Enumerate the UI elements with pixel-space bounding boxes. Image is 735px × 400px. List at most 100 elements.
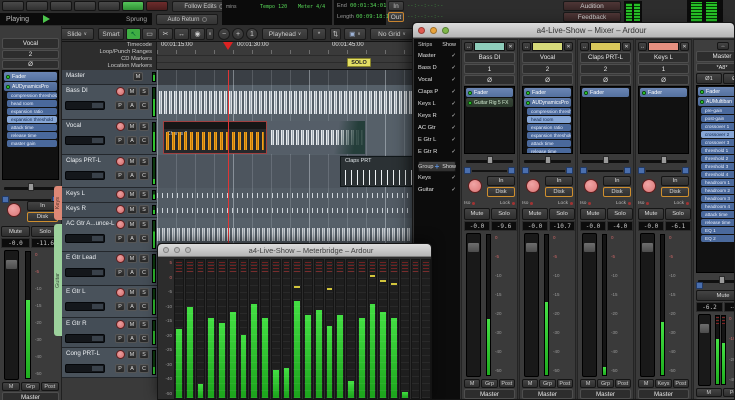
mute-button[interactable]: M — [127, 288, 137, 297]
strip-name-button[interactable]: Vocal — [2, 38, 59, 49]
monitor-input-button[interactable]: In — [545, 176, 573, 186]
mute-button[interactable]: Mute — [1, 226, 30, 237]
punch-out-button[interactable]: Out — [388, 12, 404, 22]
controls-button[interactable]: C — [139, 302, 149, 311]
solo-lock-toggle[interactable]: Lock — [616, 201, 631, 206]
gain-fader[interactable] — [4, 250, 19, 380]
record-enable-button[interactable] — [116, 320, 125, 329]
controls-button[interactable]: C — [139, 171, 149, 180]
plugin-parameter[interactable]: master gain — [7, 140, 57, 147]
plugin-parameter[interactable]: pre-gain — [701, 107, 735, 114]
playlist-button[interactable]: P — [115, 268, 125, 277]
controls-button[interactable]: C — [139, 234, 149, 243]
smart-mode-toggle[interactable]: Smart — [98, 28, 124, 40]
strip-name-button[interactable]: Claps PRT-L — [580, 52, 631, 63]
check-icon[interactable]: ✓ — [451, 187, 456, 193]
ruler-label-location-markers[interactable]: Location Markers — [62, 63, 156, 70]
solo-button[interactable]: S — [139, 254, 149, 263]
track-header-e-gtr-l[interactable]: E Gtr L M S P A C — [62, 286, 157, 318]
record-enable-button[interactable] — [116, 254, 125, 263]
solo-button[interactable]: S — [139, 122, 149, 131]
check-icon[interactable]: ✓ — [451, 125, 456, 131]
vocal-region-2[interactable] — [269, 121, 365, 154]
check-icon[interactable]: ✓ — [451, 53, 456, 59]
track-header-ac-gtr[interactable]: AC Gtr A...unce-L M S P A C — [62, 218, 157, 252]
fader-automation-slider[interactable] — [2, 183, 59, 193]
strip-width-button[interactable]: ↔ — [638, 42, 647, 51]
strip-width-button[interactable]: ↔ — [717, 42, 729, 50]
output-button[interactable]: Master — [522, 389, 573, 399]
phase-invert-2-button[interactable]: Ø2 — [723, 73, 735, 84]
gain-fader[interactable] — [466, 233, 481, 377]
output-button[interactable]: Master — [580, 389, 631, 399]
strip-close-button[interactable]: ✕ — [680, 42, 689, 51]
fader-processor[interactable]: Fader — [524, 88, 571, 97]
record-button[interactable] — [146, 1, 168, 11]
peak-display[interactable]: -9.6 — [491, 221, 517, 231]
strip-name-button[interactable]: Keys L — [638, 52, 689, 63]
mute-button[interactable]: Mute — [638, 208, 664, 220]
mute-button[interactable]: M — [133, 72, 143, 81]
solo-button[interactable]: Solo — [491, 208, 517, 220]
strip-footer-button[interactable]: M — [464, 379, 480, 388]
plugin-processor[interactable]: AUDynamicsPro — [524, 98, 571, 107]
playlist-button[interactable]: P — [115, 302, 125, 311]
strip-color-swatch[interactable] — [474, 42, 505, 51]
zoom-out-button[interactable]: − — [218, 28, 230, 40]
strip-input-button[interactable]: 2 — [522, 64, 573, 74]
pan-slider[interactable] — [580, 156, 631, 166]
pan-range[interactable] — [638, 167, 689, 175]
zoom-in-button[interactable]: + — [232, 28, 244, 40]
mute-button[interactable]: M — [127, 122, 137, 131]
plugin-parameter[interactable]: headroom 2 — [701, 187, 735, 194]
plugin-parameter[interactable]: headroom 3 — [701, 195, 735, 202]
strip-width-button[interactable]: ↔ — [580, 42, 589, 51]
track-header-cong[interactable]: Cong PRT-L M S P A C — [62, 348, 157, 378]
record-enable-button[interactable] — [116, 350, 125, 359]
edit-mode-dropdown[interactable]: Slide∨ — [60, 28, 94, 40]
fader-processor[interactable]: Fader — [4, 72, 57, 81]
track-gain-slider[interactable] — [65, 302, 105, 311]
processor-box[interactable]: Fader — [638, 86, 689, 154]
monitor-input-button[interactable]: In — [603, 176, 631, 186]
save-view-button[interactable]: ▣ ∨ — [344, 28, 366, 40]
track-header-keys-r[interactable]: Keys R M S — [62, 203, 157, 218]
mute-button[interactable]: Mute — [464, 208, 490, 220]
auto-return-toggle[interactable]: Auto Return — [156, 14, 218, 25]
strip-footer-button[interactable]: Grp — [481, 379, 497, 388]
track-header-vocal[interactable]: Vocal M S P A C — [62, 120, 157, 155]
fader-handle[interactable] — [700, 324, 709, 333]
fader-handle[interactable] — [468, 243, 479, 252]
strip-footer-button[interactable]: Post — [557, 379, 573, 388]
slider-handle[interactable] — [661, 156, 667, 164]
strip-footer-button[interactable]: Post — [499, 379, 515, 388]
controls-button[interactable]: C — [139, 136, 149, 145]
mute-button[interactable]: Mute — [580, 208, 606, 220]
solo-lock-toggle[interactable]: Lock — [558, 201, 573, 206]
output-button[interactable]: Master — [638, 389, 689, 399]
gain-fader[interactable] — [640, 233, 655, 377]
vocal-region-selected[interactable]: Chorus 2 — [163, 121, 267, 154]
play-button[interactable] — [122, 1, 144, 11]
gain-display[interactable]: -0.0 — [638, 221, 664, 231]
strip-input-button[interactable]: 1 — [638, 64, 689, 74]
gain-display[interactable]: -0.0 — [1, 238, 30, 248]
track-header-e-gtr-lead[interactable]: E Gtr Lead M S P A C — [62, 252, 157, 286]
solo-button[interactable]: S — [139, 350, 149, 359]
tempo-display[interactable]: Tempo 120 — [260, 4, 287, 10]
plugin-parameter[interactable]: attack time — [7, 124, 57, 131]
plugin-parameter[interactable]: crossover 2 — [701, 131, 735, 138]
solo-button[interactable]: S — [139, 87, 149, 96]
track-header-master[interactable]: Master M — [62, 70, 157, 85]
plugin-parameter[interactable]: expansion ratio — [7, 108, 57, 115]
plugin-parameter[interactable]: threshold 1 — [701, 147, 735, 154]
plugin-parameter[interactable]: EQ 1 — [701, 227, 735, 234]
mixer-titlebar[interactable]: a4-Live-Show – Mixer – Ardour — [413, 23, 734, 38]
strip-footer-button[interactable]: Grp — [21, 382, 39, 391]
solo-button[interactable]: S — [139, 320, 149, 329]
record-enable-button[interactable] — [584, 179, 598, 193]
check-icon[interactable]: ✓ — [451, 137, 456, 143]
gain-display[interactable]: -0.0 — [522, 221, 548, 231]
region-fade-out[interactable] — [305, 121, 365, 154]
plugin-parameter[interactable]: threshold 4 — [701, 171, 735, 178]
